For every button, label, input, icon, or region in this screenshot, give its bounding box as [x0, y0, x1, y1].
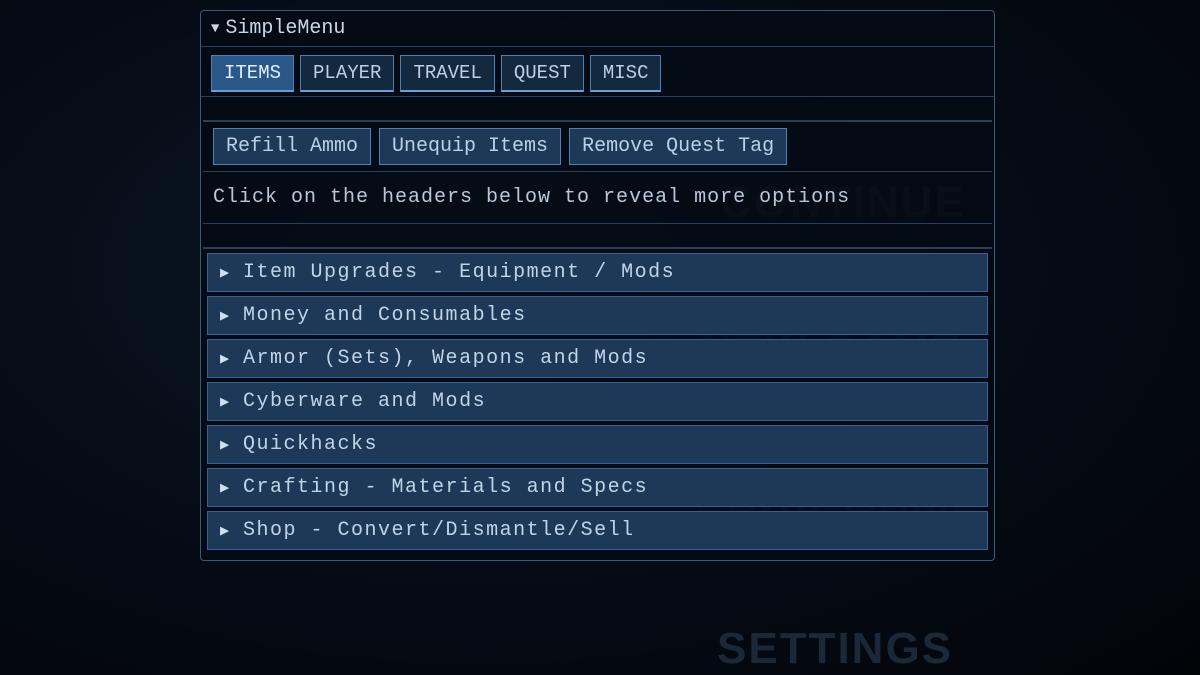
- expand-icon: ▶: [220, 263, 229, 282]
- expand-icon: ▶: [220, 392, 229, 411]
- expand-icon: ▶: [220, 306, 229, 325]
- category-label: Quickhacks: [243, 433, 378, 456]
- category-label: Cyberware and Mods: [243, 390, 486, 413]
- category-cyberware[interactable]: ▶ Cyberware and Mods: [207, 382, 988, 421]
- category-label: Money and Consumables: [243, 304, 527, 327]
- bg-menu-settings: SETTINGS: [717, 624, 953, 674]
- category-label: Shop - Convert/Dismantle/Sell: [243, 519, 635, 542]
- expand-icon: ▶: [220, 349, 229, 368]
- category-armor-weapons[interactable]: ▶ Armor (Sets), Weapons and Mods: [207, 339, 988, 378]
- category-crafting[interactable]: ▶ Crafting - Materials and Specs: [207, 468, 988, 507]
- action-button-row: Refill Ammo Unequip Items Remove Quest T…: [203, 121, 992, 172]
- collapse-icon: ▼: [211, 21, 219, 37]
- unequip-items-button[interactable]: Unequip Items: [379, 128, 561, 165]
- category-label: Crafting - Materials and Specs: [243, 476, 648, 499]
- category-item-upgrades[interactable]: ▶ Item Upgrades - Equipment / Mods: [207, 253, 988, 292]
- expand-icon: ▶: [220, 521, 229, 540]
- tab-player[interactable]: PLAYER: [300, 55, 394, 92]
- panel-titlebar[interactable]: ▼ SimpleMenu: [201, 11, 994, 47]
- category-shop[interactable]: ▶ Shop - Convert/Dismantle/Sell: [207, 511, 988, 550]
- hint-row: Click on the headers below to reveal mor…: [203, 172, 992, 224]
- tab-row: ITEMS PLAYER TRAVEL QUEST MISC: [201, 47, 994, 97]
- tab-travel[interactable]: TRAVEL: [400, 55, 494, 92]
- category-quickhacks[interactable]: ▶ Quickhacks: [207, 425, 988, 464]
- expand-icon: ▶: [220, 435, 229, 454]
- category-list: ▶ Item Upgrades - Equipment / Mods ▶ Mon…: [201, 249, 994, 560]
- category-money-consumables[interactable]: ▶ Money and Consumables: [207, 296, 988, 335]
- category-label: Armor (Sets), Weapons and Mods: [243, 347, 648, 370]
- tab-items[interactable]: ITEMS: [211, 55, 294, 92]
- category-label: Item Upgrades - Equipment / Mods: [243, 261, 675, 284]
- simplemenu-panel: ▼ SimpleMenu ITEMS PLAYER TRAVEL QUEST M…: [200, 10, 995, 561]
- refill-ammo-button[interactable]: Refill Ammo: [213, 128, 371, 165]
- expand-icon: ▶: [220, 478, 229, 497]
- tab-misc[interactable]: MISC: [590, 55, 662, 92]
- remove-quest-tag-button[interactable]: Remove Quest Tag: [569, 128, 787, 165]
- tab-quest[interactable]: QUEST: [501, 55, 584, 92]
- panel-title: SimpleMenu: [225, 17, 345, 40]
- hint-text: Click on the headers below to reveal mor…: [213, 186, 850, 209]
